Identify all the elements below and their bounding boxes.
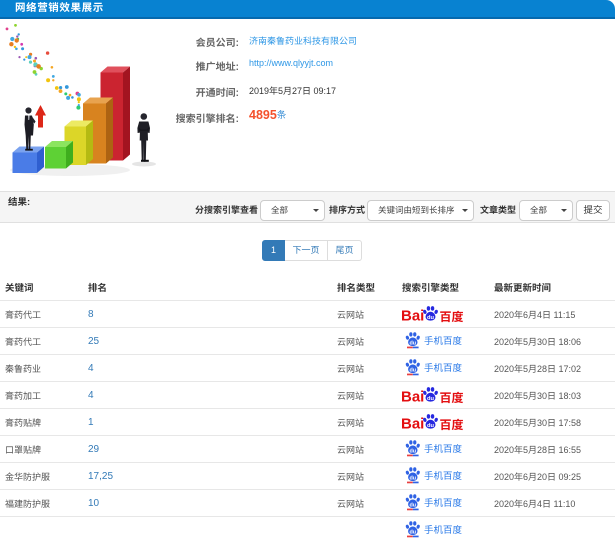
svg-text:手机百度: 手机百度: [424, 441, 463, 455]
svg-text:Bai: Bai: [401, 308, 424, 325]
svg-text:百度: 百度: [440, 308, 464, 324]
svg-text:du: du: [409, 476, 416, 482]
svg-text:手机百度: 手机百度: [424, 360, 463, 374]
svg-text:du: du: [427, 315, 435, 321]
svg-text:du: du: [427, 396, 435, 402]
svg-text:手机百度: 手机百度: [424, 522, 463, 536]
svg-text:du: du: [409, 368, 416, 374]
svg-text:Bai: Bai: [401, 416, 424, 433]
svg-text:du: du: [409, 503, 416, 509]
svg-text:百度: 百度: [440, 416, 464, 432]
svg-text:du: du: [409, 341, 416, 347]
svg-text:手机百度: 手机百度: [424, 495, 463, 509]
svg-text:手机百度: 手机百度: [424, 468, 463, 482]
svg-text:du: du: [409, 530, 416, 536]
svg-text:手机百度: 手机百度: [424, 333, 463, 347]
svg-text:du: du: [427, 423, 435, 429]
svg-text:百度: 百度: [440, 389, 464, 405]
svg-text:du: du: [409, 449, 416, 455]
svg-text:Bai: Bai: [401, 389, 424, 406]
